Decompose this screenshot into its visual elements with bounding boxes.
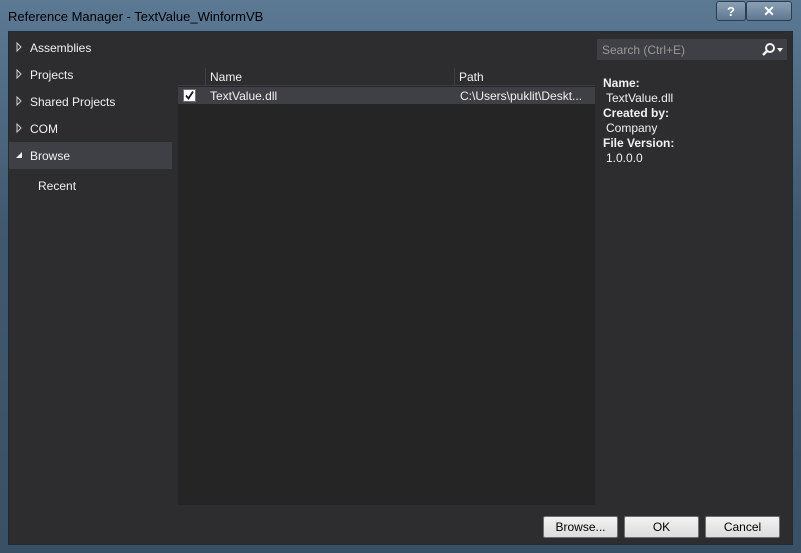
- checkmark-icon: [185, 91, 194, 101]
- ok-button[interactable]: OK: [624, 516, 699, 538]
- window-frame: Reference Manager - TextValue_WinformVB …: [0, 0, 801, 553]
- nav-item-label: Assemblies: [30, 41, 92, 55]
- nav-item-label: Browse: [30, 149, 71, 163]
- nav-subitem-recent[interactable]: Recent: [9, 174, 172, 198]
- column-header-name[interactable]: Name: [210, 70, 242, 84]
- column-divider: [205, 68, 206, 86]
- detail-value-name: TextValue.dll: [606, 91, 674, 105]
- dialog-body: Assemblies Projects Shared Projects COM …: [8, 31, 793, 545]
- nav-item-assemblies[interactable]: Assemblies: [9, 34, 172, 61]
- nav-item-shared-projects[interactable]: Shared Projects: [9, 88, 172, 115]
- detail-value-created: Company: [606, 121, 658, 135]
- reference-checkbox[interactable]: [183, 89, 196, 102]
- detail-label-created: Created by:: [603, 106, 670, 120]
- button-bar: Browse... OK Cancel: [9, 506, 792, 544]
- nav-item-label: COM: [30, 122, 58, 136]
- expand-arrow-icon: [16, 69, 22, 79]
- list-header: Name Path: [178, 68, 595, 86]
- detail-label-version: File Version:: [603, 136, 675, 150]
- close-icon: ✕: [763, 2, 775, 19]
- nav-item-projects[interactable]: Projects: [9, 61, 172, 88]
- search-icon[interactable]: [758, 42, 784, 57]
- nav-item-browse[interactable]: Browse: [9, 142, 172, 169]
- window-title: Reference Manager - TextValue_WinformVB: [8, 9, 264, 24]
- table-row[interactable]: TextValue.dll C:\Users\puklit\Deskt...: [178, 87, 595, 104]
- column-header-path[interactable]: Path: [459, 70, 484, 84]
- expand-arrow-icon: [16, 96, 22, 106]
- row-path: C:\Users\puklit\Deskt...: [460, 89, 583, 103]
- browse-button[interactable]: Browse...: [543, 516, 618, 538]
- row-name: TextValue.dll: [210, 89, 278, 103]
- detail-label-name: Name:: [603, 76, 640, 90]
- expand-arrow-icon: [16, 42, 22, 52]
- nav-subitem-label: Recent: [38, 179, 77, 193]
- reference-list: Name Path TextValue.dll C:\Users\puklit\…: [178, 68, 595, 505]
- column-divider: [454, 68, 455, 86]
- search-input[interactable]: Search (Ctrl+E): [597, 39, 787, 60]
- nav-item-label: Shared Projects: [30, 95, 116, 109]
- nav-item-label: Projects: [30, 68, 74, 82]
- help-button[interactable]: ?: [716, 1, 746, 21]
- search-placeholder: Search (Ctrl+E): [602, 43, 686, 57]
- detail-value-version: 1.0.0.0: [606, 151, 643, 165]
- collapse-arrow-icon: [16, 152, 22, 158]
- cancel-button[interactable]: Cancel: [705, 516, 780, 538]
- nav-panel: Assemblies Projects Shared Projects COM …: [9, 32, 179, 506]
- title-bar: Reference Manager - TextValue_WinformVB …: [0, 0, 801, 32]
- expand-arrow-icon: [16, 123, 22, 133]
- nav-item-com[interactable]: COM: [9, 115, 172, 142]
- close-button[interactable]: ✕: [746, 1, 792, 21]
- help-icon: ?: [727, 3, 735, 19]
